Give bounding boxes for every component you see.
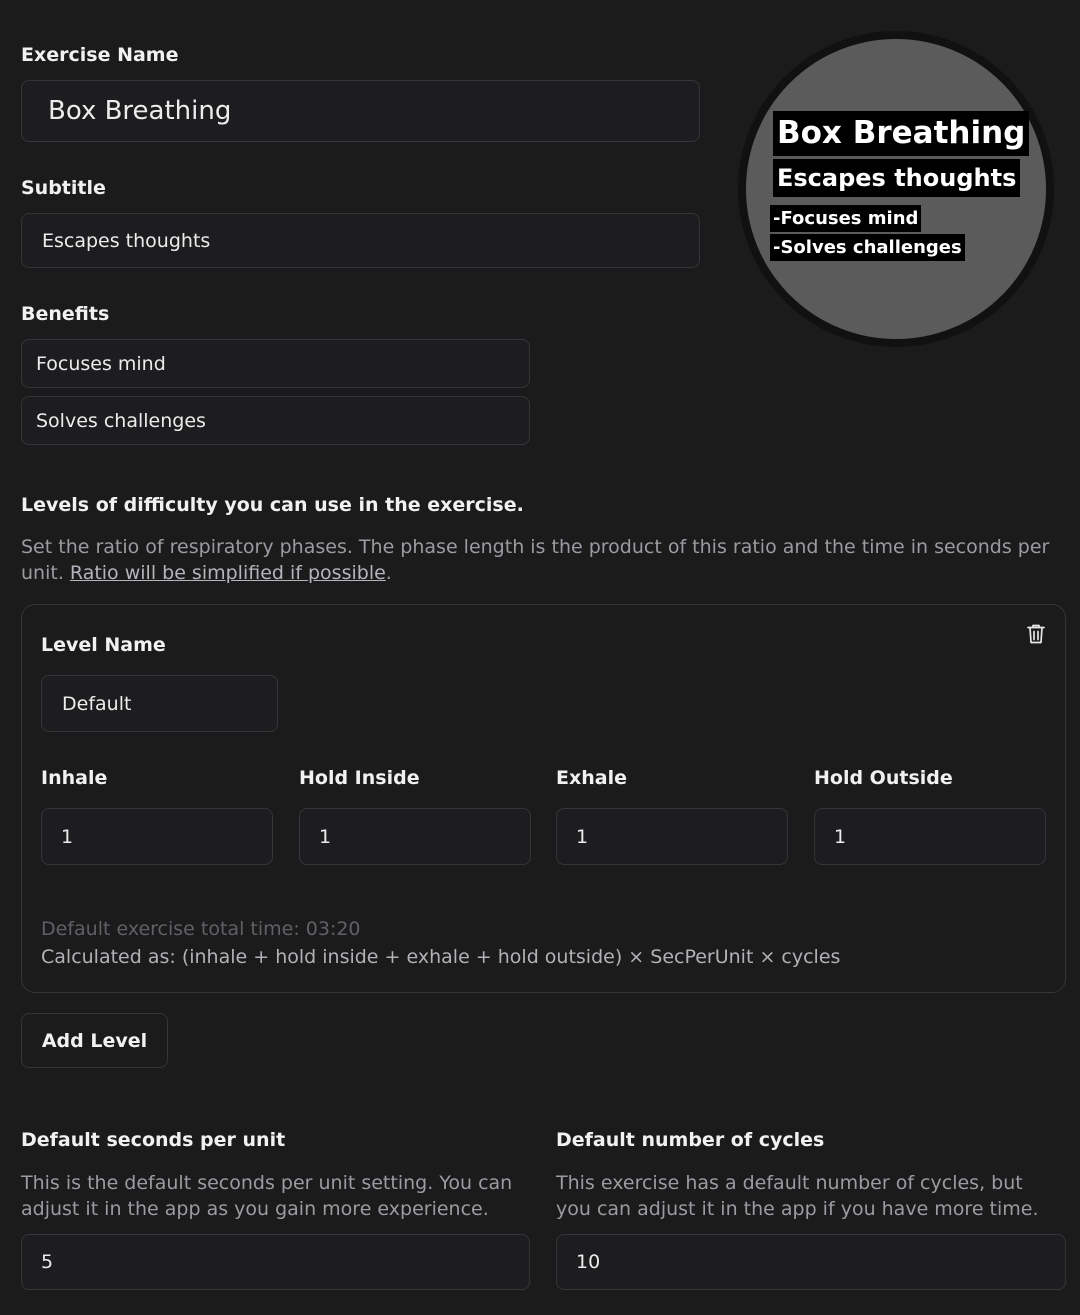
preview-title: Box Breathing <box>773 111 1030 156</box>
exercise-name-field[interactable] <box>21 80 700 142</box>
benefit-input-2[interactable] <box>36 397 529 444</box>
cycles-label: Default number of cycles <box>556 1129 825 1151</box>
levels-description: Set the ratio of respiratory phases. The… <box>21 534 1051 586</box>
seconds-per-unit-field[interactable] <box>21 1234 530 1290</box>
seconds-per-unit-description: This is the default seconds per unit set… <box>21 1172 513 1220</box>
levels-heading: Levels of difficulty you can use in the … <box>21 494 524 516</box>
exercise-preview-circle: Box Breathing Escapes thoughts -Focuses … <box>738 31 1054 347</box>
hold-inside-field[interactable] <box>299 808 531 865</box>
trash-icon[interactable] <box>1026 623 1046 645</box>
hold-inside-label: Hold Inside <box>299 767 420 789</box>
preview-benefit-2: -Solves challenges <box>770 234 965 261</box>
cycles-field[interactable] <box>556 1234 1066 1290</box>
exercise-name-label: Exercise Name <box>21 44 179 66</box>
cycles-description: This exercise has a default number of cy… <box>556 1172 1039 1220</box>
benefit-input-1[interactable] <box>36 340 529 387</box>
exhale-field[interactable] <box>556 808 788 865</box>
level-name-field[interactable] <box>41 675 278 732</box>
seconds-per-unit-input[interactable] <box>41 1235 529 1289</box>
levels-description-suffix: . <box>385 562 392 584</box>
benefits-label: Benefits <box>21 303 110 325</box>
exhale-label: Exhale <box>556 767 627 789</box>
hold-outside-field[interactable] <box>814 808 1046 865</box>
total-time-text: Default exercise total time: 03:20 <box>41 918 361 940</box>
cycles-input[interactable] <box>576 1235 1065 1289</box>
exercise-name-input[interactable] <box>48 81 699 141</box>
subtitle-input[interactable] <box>42 214 699 267</box>
subtitle-field[interactable] <box>21 213 700 268</box>
subtitle-label: Subtitle <box>21 177 106 199</box>
seconds-per-unit-label: Default seconds per unit <box>21 1129 286 1151</box>
hold-inside-input[interactable] <box>319 809 530 864</box>
hold-outside-input[interactable] <box>834 809 1045 864</box>
exhale-input[interactable] <box>576 809 787 864</box>
preview-benefit-1: -Focuses mind <box>770 205 922 232</box>
level-name-label: Level Name <box>41 634 166 656</box>
level-card: Level Name Inhale Hold Inside Exhale Hol… <box>21 604 1066 993</box>
add-level-button[interactable]: Add Level <box>21 1013 168 1068</box>
inhale-label: Inhale <box>41 767 108 789</box>
ratio-simplified-link[interactable]: Ratio will be simplified if possible <box>70 562 386 584</box>
benefit-field-2[interactable] <box>21 396 530 445</box>
level-name-input[interactable] <box>62 676 277 731</box>
formula-text: Calculated as: (inhale + hold inside + e… <box>41 946 841 968</box>
inhale-field[interactable] <box>41 808 273 865</box>
benefit-field-1[interactable] <box>21 339 530 388</box>
hold-outside-label: Hold Outside <box>814 767 953 789</box>
preview-subtitle: Escapes thoughts <box>773 159 1021 197</box>
inhale-input[interactable] <box>61 809 272 864</box>
